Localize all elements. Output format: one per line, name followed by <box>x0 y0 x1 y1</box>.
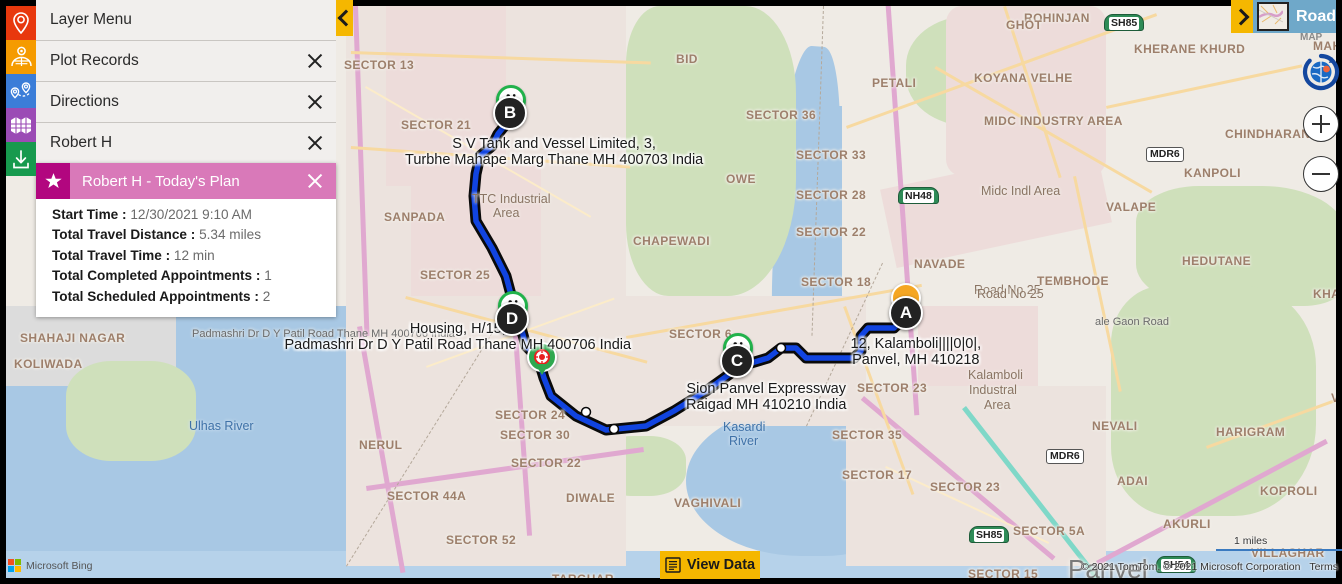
todays-plan-body: Start Time : 12/30/2021 9:10 AM Total Tra… <box>36 199 336 317</box>
scale-miles-label: 1 miles <box>1234 535 1268 547</box>
chevron-left-icon <box>337 9 355 27</box>
todays-plan-header: Robert H - Today's Plan <box>36 163 336 199</box>
route-stop-marker-D[interactable]: D <box>495 302 529 336</box>
map-style-label: Road <box>1296 7 1336 25</box>
route-stop-letter: A <box>889 296 923 330</box>
rail-item-territory[interactable] <box>6 108 36 142</box>
plan-field-row: Total Completed Appointments : 1 <box>52 266 336 286</box>
download-icon <box>13 149 29 168</box>
map-highway-shield: SH85 <box>1104 14 1145 31</box>
route-stop-letter: D <box>495 302 529 336</box>
map-highway-shield: SH85 <box>969 526 1010 543</box>
person-globe-icon <box>10 46 32 67</box>
scale-bar-line <box>1216 549 1342 551</box>
star-icon <box>36 163 70 199</box>
route-stop-letter: B <box>493 96 527 130</box>
route-stop-marker-A[interactable]: A <box>889 296 923 330</box>
panel-row-label: Plot Records <box>50 52 139 69</box>
plan-field-value: 1 <box>260 268 272 284</box>
left-panel: Layer Menu Plot Records Directions Robert H <box>36 0 336 164</box>
rail-item-people[interactable] <box>6 40 36 74</box>
panel-row-plot-records[interactable]: Plot Records <box>36 41 336 82</box>
plan-field-label: Start Time : <box>52 207 127 222</box>
route-pins-icon <box>10 82 31 99</box>
todays-plan-title: Robert H - Today's Plan <box>82 172 240 190</box>
list-icon <box>665 557 681 573</box>
plan-field-row: Total Travel Distance : 5.34 miles <box>52 225 336 245</box>
map-highway-shield: MDR6 <box>1046 449 1084 464</box>
route-stop-letter: C <box>720 344 754 378</box>
panel-row-robert-h[interactable]: Robert H <box>36 123 336 164</box>
globe-locate-icon[interactable] <box>1301 52 1341 92</box>
map-application: ROHINJAN GHOT KHERANE KHURD PETALI KOYANA VE… <box>0 0 1342 584</box>
panel-row-label: Directions <box>50 93 119 110</box>
panel-row-label: Layer Menu <box>50 11 132 28</box>
territory-map-icon <box>11 117 31 134</box>
rail-item-directions[interactable] <box>6 74 36 108</box>
target-pin-icon[interactable] <box>527 342 557 372</box>
attribution-terms-link[interactable]: Terms <box>1309 561 1338 573</box>
plan-field-row: Total Scheduled Appointments : 2 <box>52 287 336 307</box>
plan-field-value: 5.34 miles <box>195 227 262 243</box>
map-attribution: © 2021 TomTom, © 2021 Microsoft Corporat… <box>1081 561 1338 573</box>
map-style-thumbnail <box>1257 2 1289 31</box>
route-stop-marker-B[interactable]: B <box>493 96 527 130</box>
plus-icon-v <box>1319 115 1323 133</box>
plan-field-label: Total Travel Distance : <box>52 227 196 243</box>
left-icon-rail <box>6 6 36 178</box>
view-data-button[interactable]: View Data <box>660 551 760 579</box>
map-style-sublabel: MAP <box>1300 32 1323 43</box>
route-waypoint-dot <box>580 406 592 418</box>
plan-field-value: 12 min <box>170 247 215 263</box>
location-pin-icon <box>13 12 29 34</box>
route-stop-marker-C[interactable]: C <box>720 344 754 378</box>
plan-field-value: 12/30/2021 9:10 AM <box>126 207 253 222</box>
todays-plan-popup: Robert H - Today's Plan Start Time : 12/… <box>36 163 336 318</box>
rail-item-export[interactable] <box>6 142 36 176</box>
panel-row-close-button[interactable] <box>304 91 326 113</box>
zoom-in-button[interactable] <box>1303 106 1339 142</box>
view-data-label: View Data <box>686 557 756 573</box>
minus-icon <box>1312 172 1330 176</box>
panel-row-label: Robert H <box>50 134 113 151</box>
panel-row-directions[interactable]: Directions <box>36 82 336 123</box>
attribution-copyright: © 2021 TomTom, © 2021 Microsoft Corporat… <box>1080 561 1301 573</box>
panel-collapse-tab[interactable] <box>336 0 355 36</box>
plan-field-row: Total Travel Time : 12 min <box>52 246 336 266</box>
panel-row-close-button[interactable] <box>304 50 326 72</box>
panel-row-layer-menu[interactable]: Layer Menu <box>36 0 336 41</box>
plan-field-row: Start Time : 12/30/2021 9:10 AM <box>52 205 336 225</box>
plan-field-label: Total Scheduled Appointments : <box>52 288 259 304</box>
map-highway-shield: NH48 <box>898 187 939 204</box>
plan-field-label: Total Completed Appointments : <box>52 268 261 284</box>
route-waypoint-dot <box>608 423 620 435</box>
todays-plan-close-button[interactable] <box>304 170 326 192</box>
plan-field-value: 2 <box>258 288 271 304</box>
bing-logo-label: Microsoft Bing <box>26 559 93 572</box>
panel-row-close-button[interactable] <box>304 132 326 154</box>
bing-logo[interactable]: Microsoft Bing <box>8 559 93 572</box>
rail-item-plot-records[interactable] <box>6 6 36 40</box>
map-highway-shield: MDR6 <box>1146 147 1184 162</box>
chevron-right-icon <box>1232 8 1249 25</box>
route-waypoint-dot <box>775 342 787 354</box>
map-style-expand-tab[interactable] <box>1231 0 1253 33</box>
microsoft-logo-icon <box>8 559 21 572</box>
map-style-selector[interactable]: Road <box>1253 0 1336 33</box>
plan-field-label: Total Travel Time : <box>52 247 171 263</box>
zoom-out-button[interactable] <box>1303 156 1339 192</box>
